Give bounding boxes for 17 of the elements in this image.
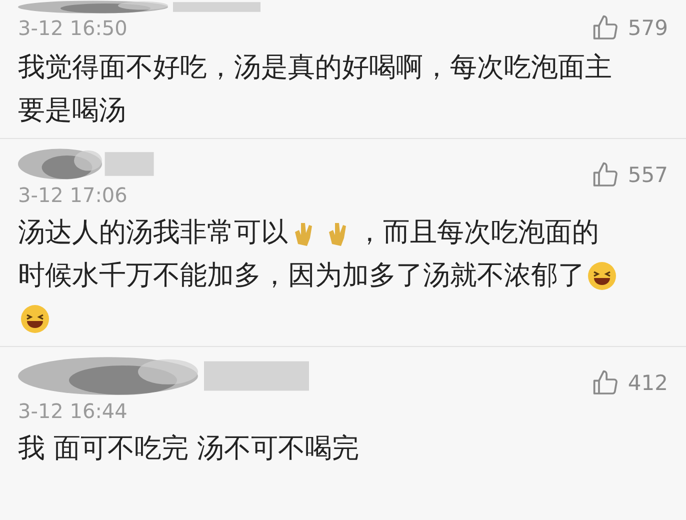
comment-text: 我觉得面不好吃，汤是真的好喝啊，每次吃泡面主 [18,51,612,85]
thumbs-up-icon[interactable] [592,14,620,42]
laughing-emoji-icon [587,260,617,290]
comment-text: 我 面可不吃完 汤不可不喝完 [18,432,360,466]
comment-time: 3-12 16:44 [18,399,128,423]
comment-text: 时候水千万不能加多，因为加多了汤就不浓郁了 [18,259,585,293]
thumbs-up-icon[interactable] [592,161,620,189]
comment-text: ，而且每次吃泡面的 [356,216,599,250]
comment-time: 3-12 17:06 [18,183,128,207]
like-count: 412 [628,371,668,395]
comment-text: 汤达人的汤我非常可以 [18,216,288,250]
comment-text: 要是喝汤 [18,94,126,128]
like-count: 557 [628,163,668,187]
like-count: 579 [628,16,668,40]
comment-time: 3-12 16:50 [18,16,128,40]
thumbs-up-icon[interactable] [592,369,620,397]
laughing-emoji-icon [20,304,50,334]
